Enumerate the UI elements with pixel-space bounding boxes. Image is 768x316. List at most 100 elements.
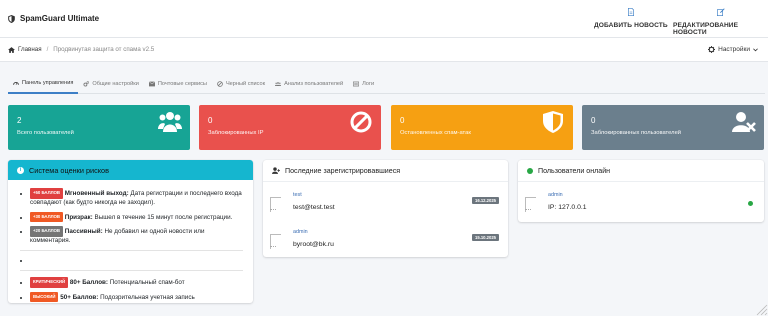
- dashboard-icon: [13, 81, 19, 85]
- tab-bar: Панель управления Общие настройки Почтов…: [8, 74, 765, 94]
- user-email: test@test.test: [293, 204, 335, 211]
- user-plus-icon: [272, 167, 280, 174]
- add-news-label: ДОБАВИТЬ НОВОСТЬ: [594, 22, 668, 29]
- recent-user-row[interactable]: test test@test.test 16.12.2025: [270, 192, 502, 218]
- tab-logs[interactable]: Логи: [348, 74, 379, 94]
- risk-empty-item: [30, 257, 243, 266]
- points-badge: +30 БАЛЛОВ: [30, 211, 64, 223]
- tab-general-settings[interactable]: Общие настройки: [78, 74, 143, 94]
- points-badge: +20 БАЛЛОВ: [30, 226, 64, 238]
- risk-rule: +30 БАЛЛОВ Призрак: Вышел в течение 15 м…: [30, 211, 243, 223]
- settings-dropdown[interactable]: Настройки: [708, 46, 758, 53]
- level-text: Подозрительная учетная запись: [98, 293, 195, 301]
- rule-name: Мгновенный выход:: [64, 190, 129, 197]
- risk-level: КРИТИЧЕСКИЙ 80+ Баллов: Потенциальный сп…: [30, 276, 243, 288]
- level-badge: КРИТИЧЕСКИЙ: [30, 276, 69, 288]
- online-panel-header: Пользователи онлайн: [518, 160, 764, 182]
- avatar: [270, 197, 281, 212]
- breadcrumb-separator: /: [46, 46, 49, 53]
- stat-card-stopped-attacks: 0 Остановленных спам-атак: [391, 105, 573, 150]
- breadcrumb-home[interactable]: Главная: [8, 46, 42, 53]
- recent-registrations-panel: Последние зарегистрировавшиеся test test…: [263, 160, 508, 257]
- level-name: 50+ Баллов:: [60, 293, 99, 301]
- ban-icon: [217, 81, 223, 87]
- shield-icon: [8, 14, 15, 23]
- user-block-icon: [732, 112, 756, 132]
- app-brand[interactable]: SpamGuard Ultimate: [8, 14, 99, 23]
- stat-value: 0: [208, 116, 213, 125]
- users-icon: [275, 82, 282, 86]
- level-text: Потенциальный спам-бот: [108, 278, 185, 286]
- tab-blacklist[interactable]: Черный список: [212, 74, 270, 94]
- breadcrumb-bar: Главная / Продвинутая защита от спама v2…: [0, 38, 768, 62]
- envelope-icon: [148, 81, 155, 87]
- user-ip: IP: 127.0.0.1: [548, 204, 587, 211]
- recent-panel-header: Последние зарегистрировавшиеся: [263, 160, 508, 182]
- breadcrumb-current: Продвинутая защита от спама v2.5: [53, 46, 155, 53]
- risk-rules-list: +50 БАЛЛОВ Мгновенный выход: Дата регист…: [8, 180, 253, 303]
- tab-label: Анализ пользователей: [284, 81, 344, 87]
- risk-rule: +20 БАЛЛОВ Пассивный: Не добавил ни одно…: [30, 226, 243, 246]
- edit-news-button[interactable]: РЕДАКТИРОВАНИЕ НОВОСТИ: [673, 8, 768, 36]
- shield-icon: [543, 111, 563, 133]
- recent-panel-title: Последние зарегистрировавшиеся: [285, 166, 401, 175]
- tab-dashboard[interactable]: Панель управления: [8, 74, 79, 94]
- stat-card-total-users: 2 Всего пользователей: [8, 105, 190, 150]
- registration-date-badge: 15.10.2025: [472, 234, 499, 241]
- gears-icon: [83, 81, 90, 87]
- tab-mail-services[interactable]: Почтовые сервисы: [144, 74, 212, 94]
- divider: [20, 269, 243, 271]
- online-users-panel: Пользователи онлайн admin IP: 127.0.0.1: [518, 160, 764, 222]
- stat-card-blocked-ip: 0 Заблокированных IP: [199, 105, 381, 150]
- tab-label: Черный список: [225, 81, 266, 87]
- user-name-link[interactable]: admin: [293, 229, 308, 235]
- gear-icon: [708, 46, 716, 53]
- app-title: SpamGuard Ultimate: [20, 14, 100, 23]
- registration-date-badge: 16.12.2025: [472, 197, 499, 204]
- stat-label: Остановленных спам-атак: [400, 130, 471, 136]
- home-icon: [8, 46, 15, 53]
- stat-card-blocked-users: 0 Заблокированных пользователей: [582, 105, 764, 150]
- user-name-link[interactable]: test: [293, 192, 302, 198]
- user-email: byroot@bk.ru: [293, 241, 334, 248]
- online-user-row[interactable]: admin IP: 127.0.0.1: [525, 192, 757, 218]
- rule-name: Призрак:: [64, 213, 93, 221]
- recent-user-row[interactable]: admin byroot@bk.ru 15.10.2025: [270, 229, 502, 255]
- level-name: 80+ Баллов:: [69, 278, 109, 286]
- level-badge: ВЫСОКИЙ: [30, 291, 59, 303]
- breadcrumb: Главная / Продвинутая защита от спама v2…: [8, 46, 154, 53]
- ban-icon: [350, 111, 372, 133]
- users-icon: [158, 112, 182, 132]
- tab-user-analysis[interactable]: Анализ пользователей: [270, 74, 348, 94]
- avatar: [525, 197, 536, 212]
- points-badge: +50 БАЛЛОВ: [30, 188, 64, 199]
- breadcrumb-home-label: Главная: [18, 46, 42, 53]
- risk-system-panel: i Система оценки рисков +50 БАЛЛОВ Мгнов…: [8, 160, 253, 303]
- list-icon: [353, 81, 360, 87]
- edit-news-label: РЕДАКТИРОВАНИЕ НОВОСТИ: [673, 22, 739, 36]
- settings-label: Настройки: [718, 46, 750, 53]
- tab-label: Общие настройки: [92, 81, 139, 87]
- stat-value: 0: [400, 116, 405, 125]
- rule-text: Вышел в течение 15 минут после регистрац…: [92, 213, 233, 221]
- tab-label: Почтовые сервисы: [157, 81, 207, 87]
- file-icon: [627, 8, 634, 16]
- stat-label: Заблокированных пользователей: [591, 130, 682, 136]
- avatar: [270, 234, 281, 249]
- edit-icon: [716, 8, 725, 16]
- tab-label: Логи: [362, 81, 375, 87]
- rule-name: Пассивный:: [64, 228, 103, 236]
- risk-level: ВЫСОКИЙ 50+ Баллов: Подозрительная учетн…: [30, 291, 243, 303]
- stat-label: Заблокированных IP: [208, 130, 264, 136]
- info-icon: i: [17, 166, 24, 174]
- stat-value: 2: [17, 116, 22, 125]
- stat-value: 0: [591, 116, 596, 125]
- add-news-button[interactable]: ДОБАВИТЬ НОВОСТЬ: [594, 8, 668, 29]
- user-name-link[interactable]: admin: [548, 192, 563, 198]
- chevron-down-icon: [753, 47, 758, 51]
- resize-handle-icon[interactable]: [754, 302, 768, 316]
- online-status-icon: [527, 167, 533, 174]
- online-indicator: [748, 201, 753, 206]
- risk-panel-header: i Система оценки рисков: [8, 160, 253, 180]
- online-panel-title: Пользователи онлайн: [538, 166, 611, 175]
